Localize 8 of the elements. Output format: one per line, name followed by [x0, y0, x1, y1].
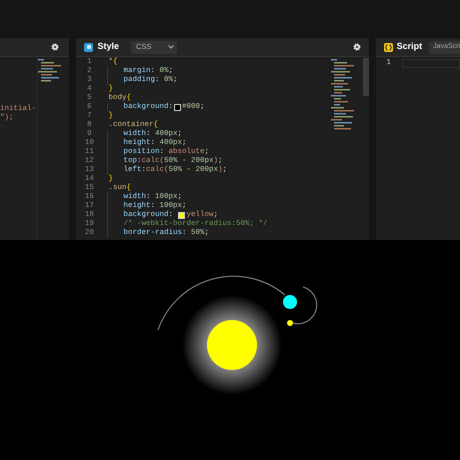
css-logo-icon [84, 42, 94, 52]
scrollbar[interactable] [362, 58, 369, 96]
panel-title: Style [97, 40, 119, 54]
panel-title: Script [396, 40, 422, 54]
settings-icon[interactable] [51, 43, 60, 51]
braces-logo-icon [384, 42, 393, 52]
settings-icon[interactable] [352, 43, 361, 51]
caret-icon [168, 45, 174, 49]
